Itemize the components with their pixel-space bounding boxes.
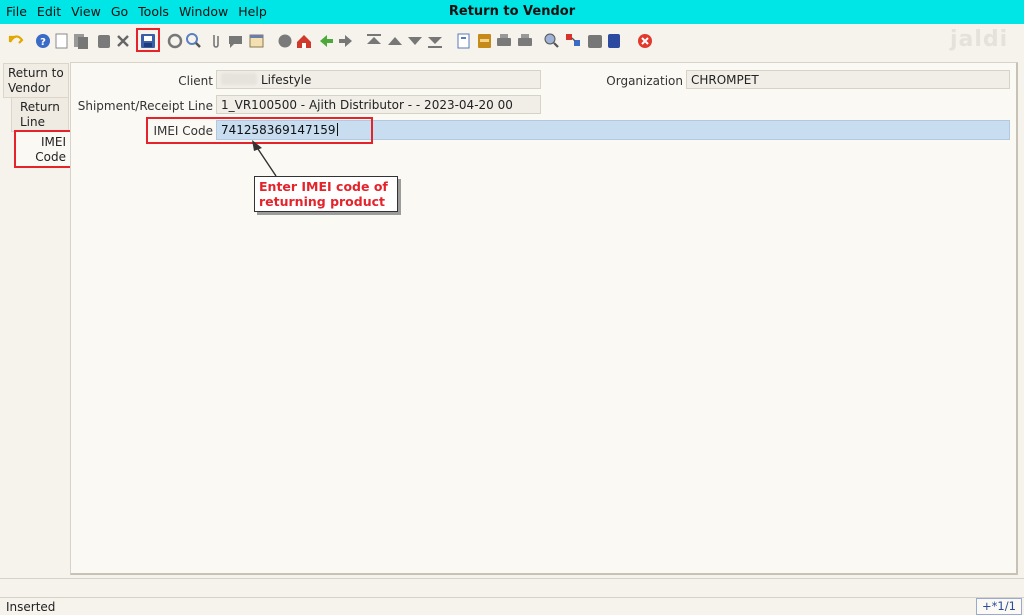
status-info-line	[0, 578, 1024, 594]
status-message: Inserted	[6, 600, 56, 614]
annotation-callout: Enter IMEI code of returning product	[254, 176, 398, 212]
callout-line-2: returning product	[259, 194, 385, 209]
status-bar: Inserted +*1/1	[0, 597, 1024, 615]
annotation-arrow	[252, 140, 277, 177]
callout-line-1: Enter IMEI code of	[259, 179, 388, 194]
record-navigation-indicator[interactable]: +*1/1	[976, 598, 1022, 615]
